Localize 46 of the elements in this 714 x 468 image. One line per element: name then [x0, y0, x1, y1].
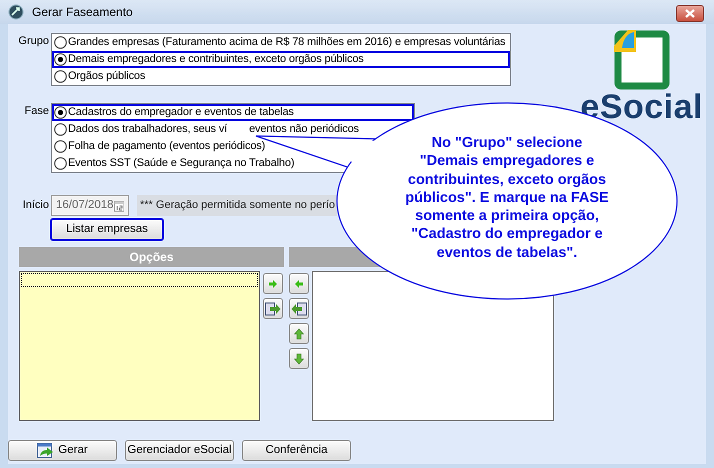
close-button[interactable]: [676, 4, 704, 22]
add-all-button[interactable]: [263, 298, 283, 319]
remove-all-button[interactable]: [289, 298, 309, 319]
arrow-right-icon: [268, 278, 278, 288]
radio-option[interactable]: Eventos SST (Saúde e Segurança no Trabalho): [52, 155, 298, 172]
start-label: Início: [22, 198, 50, 214]
radio-option[interactable]: Cadastros do empregador e eventos de tabelas: [52, 104, 414, 121]
footer-button[interactable]: Gerenciador eSocial: [125, 440, 234, 461]
radio-option[interactable]: Grandes empresas (Faturamento acima de R$ 78 milhões em 2016) e empresas voluntárias: [52, 34, 510, 51]
logo-icon: [614, 28, 670, 90]
list-companies-button[interactable]: Listar empresas: [50, 218, 164, 241]
date-field[interactable]: 16/07/2018: [51, 195, 129, 216]
radio-option[interactable]: Demais empregadores e contribuintes, exceto orgãos públicos: [52, 51, 510, 68]
phase-label: Fase: [24, 104, 50, 119]
radio-icon: [54, 140, 67, 153]
move-down-button[interactable]: [289, 348, 309, 369]
selected-list[interactable]: [312, 271, 554, 421]
logo-text: eSocial: [580, 90, 703, 124]
move-up-button[interactable]: [289, 323, 309, 344]
radio-icon: [54, 53, 67, 66]
radio-icon: [54, 123, 67, 136]
window-title: Gerar Faseamento: [32, 4, 133, 21]
close-icon: [684, 8, 696, 18]
remove-button[interactable]: [289, 273, 309, 294]
app-icon: [8, 4, 24, 20]
radio-option[interactable]: Orgãos públicos: [52, 68, 150, 85]
arrow-right-icon: [265, 302, 281, 316]
callout-text: No "Grupo" selecione "Demais empregadores e contribuintes, exceto orgãos públicos". E marque na FASE somente a primeira opção, "Cadastro do empregador e eventos de tabelas".: [404, 134, 610, 262]
calendar-icon: [114, 198, 124, 212]
options-list[interactable]: [19, 271, 260, 421]
radio-option[interactable]: Dados dos trabalhadores, seus ví eventos não periódicos: [52, 121, 363, 138]
arrow-down-icon: [294, 352, 304, 364]
radio-icon: [54, 157, 67, 170]
footer-button[interactable]: Gerar: [8, 440, 117, 461]
radio-icon: [54, 106, 67, 119]
radio-icon: [54, 36, 67, 49]
radio-icon: [54, 70, 67, 83]
group-label: Grupo: [18, 34, 50, 49]
arrow-left-icon: [291, 302, 307, 316]
footer-button[interactable]: Conferência: [242, 440, 351, 461]
add-button[interactable]: [263, 273, 283, 294]
radio-option[interactable]: Folha de pagamento (eventos periódicos): [52, 138, 270, 155]
panel-header: Opções: [19, 247, 284, 267]
info-text: *** Geração permitida somente no perío: [137, 195, 337, 216]
arrow-left-icon: [294, 278, 304, 288]
arrow-up-icon: [294, 328, 304, 340]
